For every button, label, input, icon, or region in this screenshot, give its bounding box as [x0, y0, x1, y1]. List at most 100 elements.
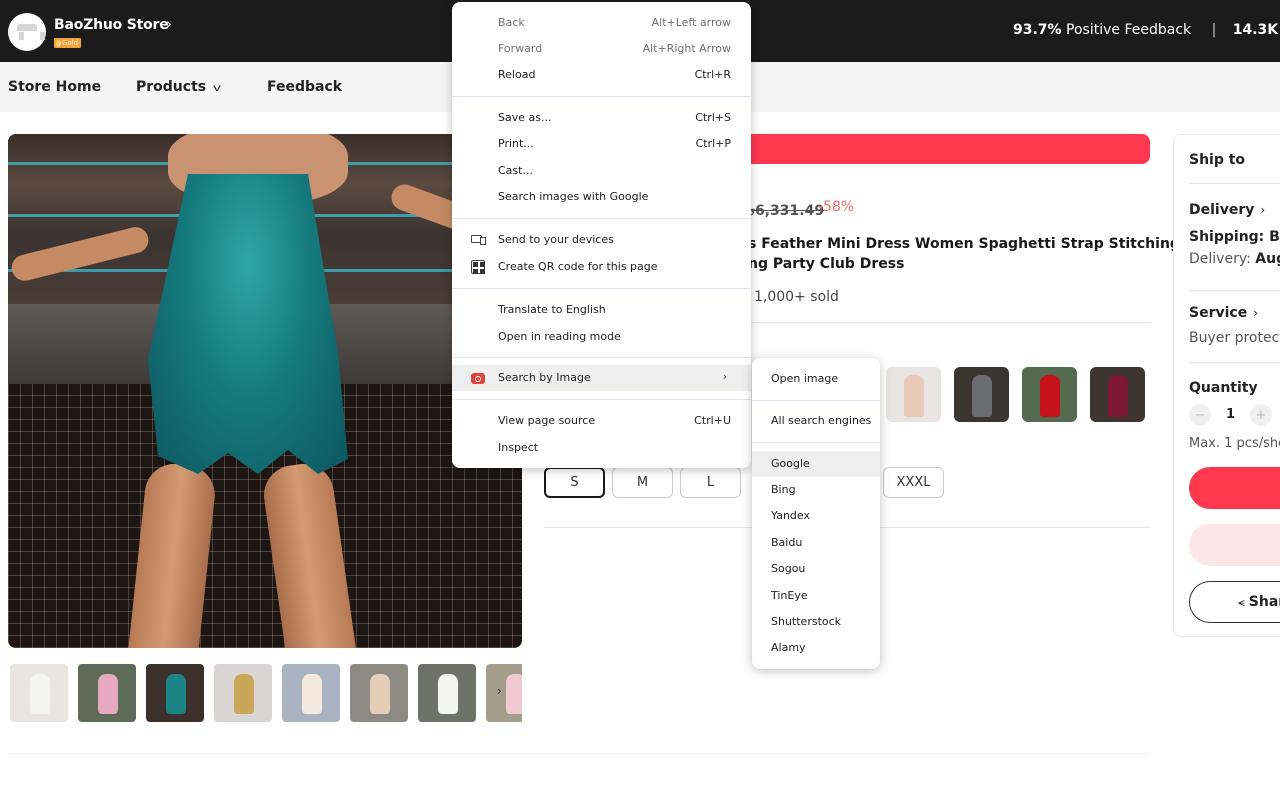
menu-item-create-qr[interactable]: Create QR code for this page — [452, 254, 751, 280]
submenu-item-google[interactable]: Google — [752, 451, 880, 477]
dress-figure — [234, 674, 254, 714]
discount-percent: -58% — [818, 199, 855, 215]
nav-store-home[interactable]: Store Home — [8, 79, 101, 95]
chevron-right-icon[interactable]: › — [166, 15, 172, 33]
menu-shortcut: Alt+Right Arrow — [642, 42, 731, 55]
sold-count: 1,000+ sold — [754, 289, 839, 305]
section-divider — [8, 753, 1150, 754]
menu-item-save-as[interactable]: Save as... Ctrl+S — [452, 105, 751, 131]
quantity-value[interactable]: 1 — [1226, 407, 1235, 422]
thumbnail-image[interactable] — [78, 664, 136, 722]
menu-item-view-source[interactable]: View page source Ctrl+U — [452, 408, 751, 434]
thumbnail-image[interactable] — [146, 664, 204, 722]
menu-item-search-images-google[interactable]: Search images with Google — [452, 184, 751, 210]
delivery-link[interactable]: Delivery › — [1189, 202, 1265, 218]
stats-separator: | — [1211, 22, 1217, 38]
add-to-cart-button[interactable] — [1189, 524, 1280, 566]
menu-shortcut: Ctrl+R — [694, 68, 731, 81]
menu-item-search-by-image[interactable]: Search by Image › — [452, 365, 751, 391]
thumbnail-strip — [10, 664, 522, 722]
size-option-s[interactable]: S — [544, 467, 605, 498]
submenu-item-all-engines[interactable]: All search engines — [752, 408, 880, 434]
menu-shortcut: Ctrl+P — [695, 137, 731, 150]
positive-feedback-label: Positive Feedback — [1066, 22, 1192, 38]
menu-label: Search by Image — [498, 371, 591, 384]
menu-item-translate[interactable]: Translate to English — [452, 297, 751, 323]
menu-item-inspect[interactable]: Inspect — [452, 435, 751, 461]
dress-figure — [506, 674, 522, 714]
size-option-xxxl[interactable]: XXXL — [883, 467, 944, 498]
menu-label: Sogou — [771, 562, 806, 575]
quantity-decrease-button[interactable]: − — [1189, 404, 1211, 426]
ship-to-label[interactable]: Ship to — [1189, 152, 1245, 168]
dress-figure — [30, 674, 50, 714]
menu-separator — [452, 96, 751, 97]
thumbnail-image[interactable] — [214, 664, 272, 722]
menu-item-reading-mode[interactable]: Open in reading mode — [452, 324, 751, 350]
quantity-increase-button[interactable]: + — [1250, 404, 1272, 426]
service-link[interactable]: Service › — [1189, 305, 1258, 321]
dress-figure — [972, 375, 992, 417]
medal-icon — [56, 39, 61, 47]
menu-label: Forward — [498, 42, 543, 55]
main-product-image[interactable] — [8, 134, 522, 648]
menu-separator — [452, 399, 751, 400]
dress-figure — [370, 674, 390, 714]
menu-label: TinEye — [771, 589, 808, 602]
submenu-item-tineye[interactable]: TinEye — [752, 583, 880, 609]
nav-products[interactable]: Products v — [136, 79, 221, 95]
store-name-link[interactable]: BaoZhuo Store — [54, 17, 169, 33]
menu-label: Inspect — [498, 441, 539, 454]
quantity-label: Quantity — [1189, 380, 1258, 396]
menu-item-print[interactable]: Print... Ctrl+P — [452, 131, 751, 157]
size-option-l[interactable]: L — [680, 467, 741, 498]
menu-separator — [452, 288, 751, 289]
menu-item-forward[interactable]: Forward Alt+Right Arrow — [452, 36, 751, 62]
product-title-line-1: s Feather Mini Dress Women Spaghetti Str… — [748, 236, 1180, 252]
submenu-item-open-image[interactable]: Open image — [752, 366, 880, 392]
color-variant-option[interactable] — [1022, 367, 1077, 422]
share-icon: ⪪ — [1238, 594, 1245, 609]
buyer-protection-text: Buyer protection — [1189, 330, 1280, 346]
submenu-item-sogou[interactable]: Sogou — [752, 556, 880, 582]
menu-item-reload[interactable]: Reload Ctrl+R — [452, 62, 751, 88]
store-avatar[interactable] — [8, 13, 46, 51]
dress-figure — [166, 674, 186, 714]
menu-label: Google — [771, 457, 810, 470]
menu-item-send-to-devices[interactable]: Send to your devices — [452, 227, 751, 253]
store-icon — [17, 24, 45, 40]
search-by-image-submenu: Open image All search engines Google Bin… — [752, 358, 880, 669]
buy-now-button[interactable] — [1189, 467, 1280, 509]
submenu-item-baidu[interactable]: Baidu — [752, 530, 880, 556]
divider — [1189, 290, 1280, 291]
thumbnail-next-icon[interactable]: › — [497, 684, 502, 698]
delivery-date: Aug — [1255, 251, 1280, 267]
thumbnail-image[interactable] — [10, 664, 68, 722]
submenu-item-alamy[interactable]: Alamy — [752, 635, 880, 661]
share-button[interactable]: ⪪ Share — [1189, 581, 1280, 623]
menu-separator — [452, 218, 751, 219]
followers-value: 14.3K — [1232, 22, 1279, 38]
size-option-m[interactable]: M — [612, 467, 673, 498]
menu-item-cast[interactable]: Cast... — [452, 158, 751, 184]
submenu-item-bing[interactable]: Bing — [752, 477, 880, 503]
color-variant-option[interactable] — [1090, 367, 1145, 422]
thumbnail-image[interactable] — [350, 664, 408, 722]
color-variant-option[interactable] — [886, 367, 941, 422]
delivery-estimate: Delivery: Aug — [1189, 251, 1280, 267]
menu-label: Translate to English — [498, 303, 606, 316]
menu-item-back[interactable]: Back Alt+Left arrow — [452, 10, 751, 36]
color-variant-option[interactable] — [954, 367, 1009, 422]
share-label: Share — [1248, 594, 1280, 610]
thumbnail-image[interactable] — [486, 664, 522, 722]
thumbnail-image[interactable] — [282, 664, 340, 722]
menu-label: Save as... — [498, 111, 552, 124]
divider — [1189, 183, 1280, 184]
camera-icon — [471, 373, 485, 384]
chevron-right-icon: › — [722, 370, 727, 383]
submenu-item-yandex[interactable]: Yandex — [752, 503, 880, 529]
submenu-item-shutterstock[interactable]: Shutterstock — [752, 609, 880, 635]
nav-feedback[interactable]: Feedback — [267, 79, 342, 95]
divider — [740, 322, 1150, 323]
thumbnail-image[interactable] — [418, 664, 476, 722]
